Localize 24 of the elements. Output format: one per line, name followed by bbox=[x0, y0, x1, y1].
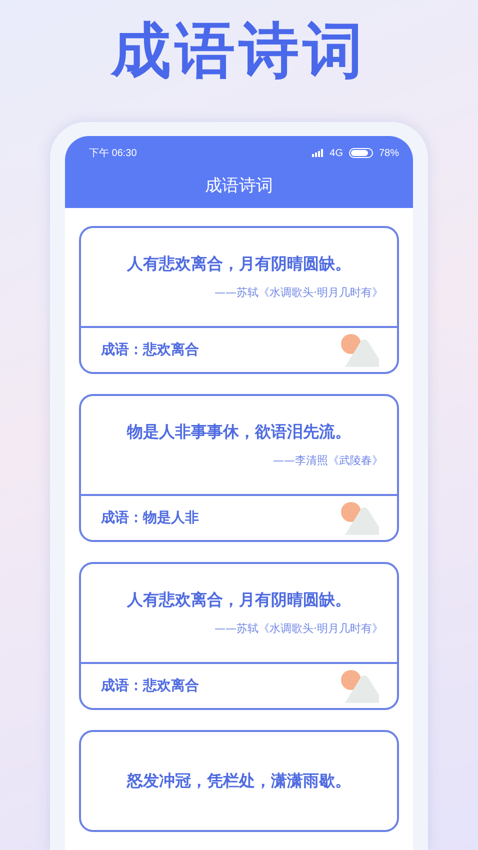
idiom-label: 成语：悲欢离合 bbox=[101, 677, 199, 695]
headline: 成语诗词 bbox=[111, 14, 367, 88]
poem-card[interactable]: 人有悲欢离合，月有阴晴圆缺。 ——苏轼《水调歌头·明月几时有》 成语：悲欢离合 bbox=[79, 226, 399, 374]
poem-card[interactable]: 人有悲欢离合，月有阴晴圆缺。 ——苏轼《水调歌头·明月几时有》 成语：悲欢离合 bbox=[79, 562, 399, 710]
poem-source: ——苏轼《水调歌头·明月几时有》 bbox=[214, 621, 383, 636]
status-time: 下午 06:30 bbox=[89, 147, 137, 160]
poem-quote: 物是人非事事休，欲语泪先流。 bbox=[127, 422, 351, 443]
idiom-label: 成语：物是人非 bbox=[101, 509, 199, 527]
battery-icon bbox=[348, 148, 373, 158]
network-label: 4G bbox=[330, 148, 343, 158]
sun-mountain-icon bbox=[339, 333, 379, 367]
sun-mountain-icon bbox=[339, 501, 379, 535]
idiom-label: 成语：悲欢离合 bbox=[101, 341, 199, 359]
battery-level: 78% bbox=[378, 148, 399, 158]
app-title: 成语诗词 bbox=[205, 174, 273, 196]
sun-mountain-icon bbox=[339, 669, 379, 703]
poem-quote: 怒发冲冠，凭栏处，潇潇雨歇。 bbox=[127, 770, 351, 792]
signal-icon bbox=[312, 149, 324, 157]
poem-card[interactable]: 怒发冲冠，凭栏处，潇潇雨歇。 bbox=[79, 730, 399, 832]
poem-quote: 人有悲欢离合，月有阴晴圆缺。 bbox=[127, 590, 351, 611]
poem-source: ——苏轼《水调歌头·明月几时有》 bbox=[214, 285, 383, 300]
poem-quote: 人有悲欢离合，月有阴晴圆缺。 bbox=[127, 254, 351, 275]
poem-card[interactable]: 物是人非事事休，欲语泪先流。 ——李清照《武陵春》 成语：物是人非 bbox=[79, 394, 399, 542]
poem-source: ——李清照《武陵春》 bbox=[273, 453, 383, 468]
